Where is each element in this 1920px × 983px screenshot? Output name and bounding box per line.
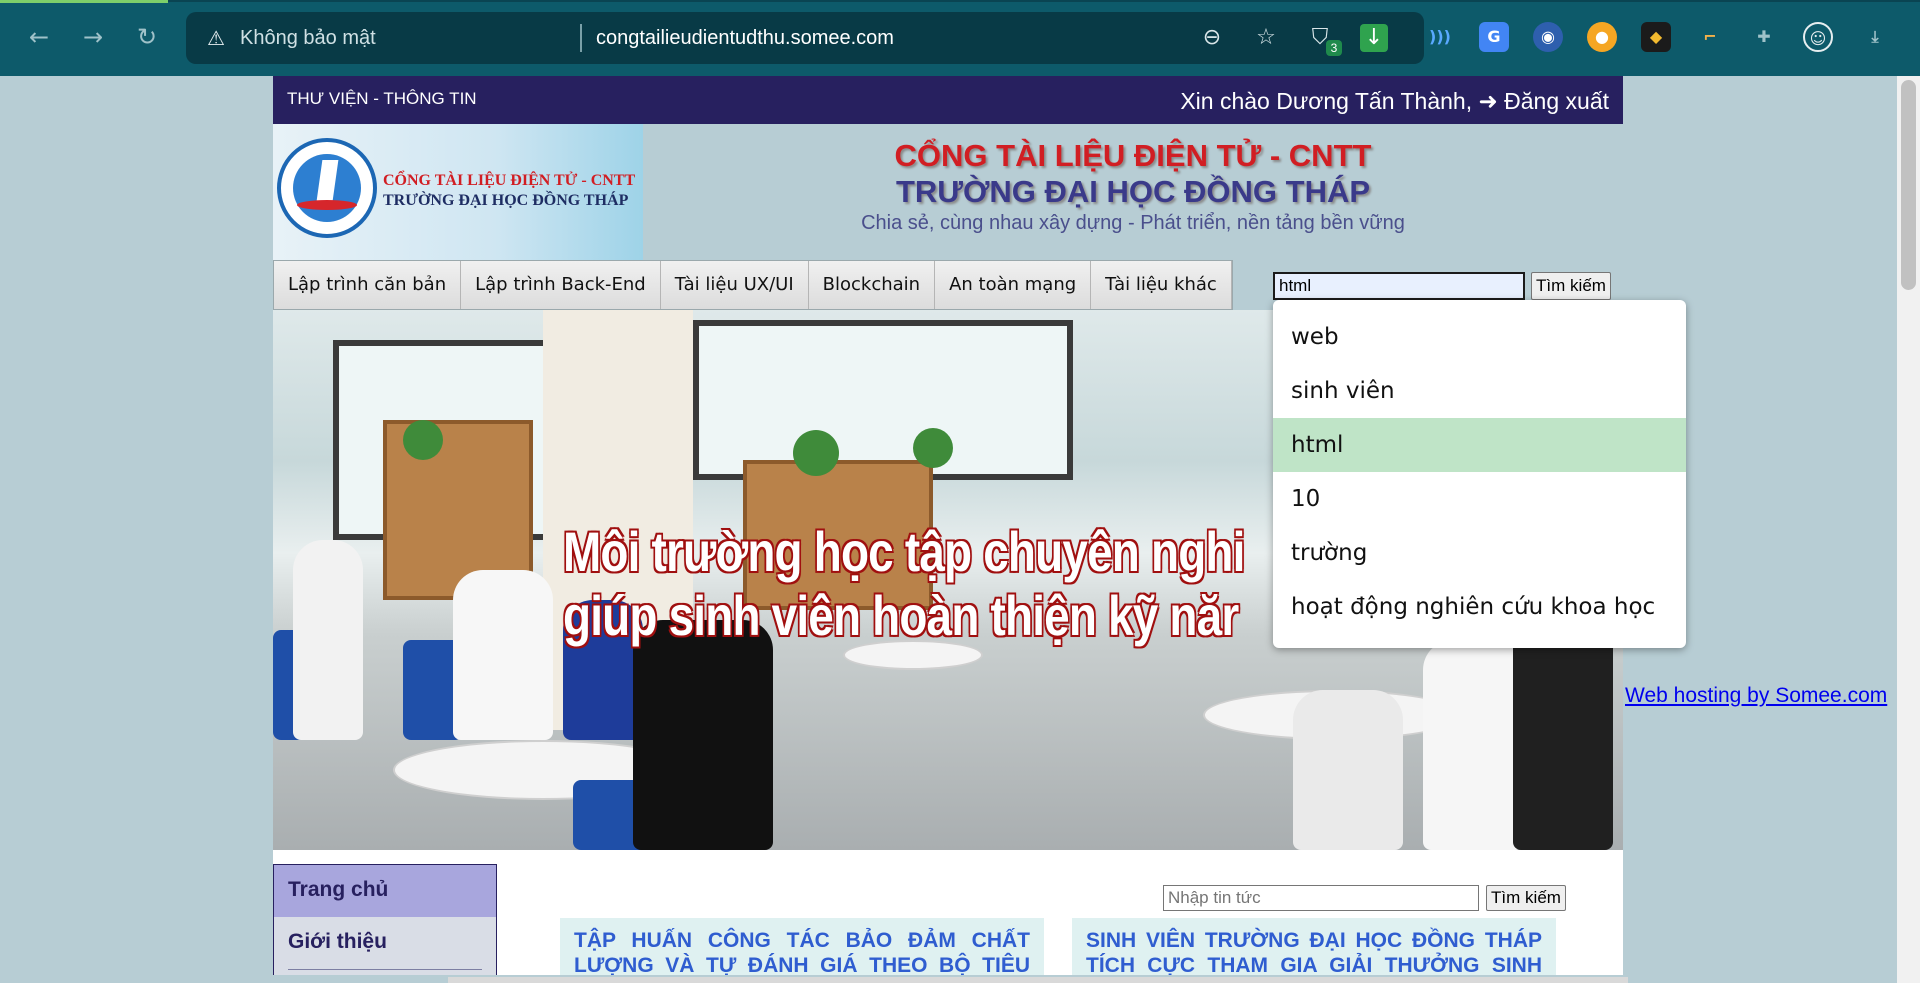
menu-item-backend[interactable]: Lập trình Back-End — [461, 261, 661, 309]
hero-caption-line1: Môi trường học tập chuyên nghi — [563, 520, 1245, 583]
extension-count-badge: 3 — [1326, 40, 1342, 56]
banner-title: CỔNG TÀI LIỆU ĐIỆN TỬ - CNTT — [894, 138, 1372, 173]
site-topbar: THƯ VIỆN - THÔNG TIN Xin chào Dương Tấn … — [273, 76, 1623, 124]
suggestion-item[interactable]: hoạt động nghiên cứu khoa học — [1273, 580, 1686, 634]
zoom-out-icon[interactable]: ⊖ — [1198, 24, 1226, 52]
globe-extension-icon[interactable]: ◉ — [1533, 22, 1563, 52]
download-extension-icon[interactable]: ↓ — [1360, 24, 1388, 52]
profile-avatar-icon[interactable]: ☺ — [1803, 22, 1833, 52]
library-info-link[interactable]: THƯ VIỆN - THÔNG TIN — [287, 89, 477, 109]
sidebar-item-about[interactable]: Giới thiệu — [274, 917, 496, 969]
search-input[interactable]: html — [1273, 272, 1525, 300]
news-search-input[interactable] — [1163, 885, 1479, 911]
hero-plant-2 — [793, 430, 839, 476]
wifi-extension-icon[interactable]: ))) — [1425, 22, 1455, 52]
menu-item-blockchain[interactable]: Blockchain — [809, 261, 936, 309]
security-label[interactable]: Không bảo mật — [240, 27, 376, 50]
puzzle-extensions-icon[interactable]: ✚ — [1749, 22, 1779, 52]
search-button[interactable]: Tìm kiếm — [1531, 272, 1611, 300]
banner-subtitle: TRƯỜNG ĐẠI HỌC ĐỒNG THÁP — [895, 174, 1371, 209]
suggestion-item-selected[interactable]: html — [1273, 418, 1686, 472]
hero-person-4 — [633, 620, 773, 850]
menu-item-other-docs[interactable]: Tài liệu khác — [1091, 261, 1232, 309]
forward-arrow-icon[interactable]: → — [78, 22, 108, 52]
suggestion-item[interactable]: 10 — [1273, 472, 1686, 526]
suggestion-item[interactable]: sinh viên — [1273, 364, 1686, 418]
hero-person-2 — [453, 570, 553, 740]
hero-caption: Môi trường học tập chuyên nghi giúp sinh… — [563, 520, 1245, 648]
binance-extension-icon[interactable]: ◆ — [1641, 22, 1671, 52]
banner-tagline: Chia sẻ, cùng nhau xây dựng - Phát triển… — [861, 212, 1405, 234]
sidebar-item-home[interactable]: Trang chủ — [274, 865, 496, 917]
logo-line1: CỔNG TÀI LIỆU ĐIỆN TỬ - CNTT — [383, 172, 636, 189]
suggestion-item[interactable]: web — [1273, 310, 1686, 364]
hero-person-1 — [293, 540, 363, 740]
warning-icon[interactable]: ⚠ — [204, 26, 228, 50]
hero-plant-1 — [403, 420, 443, 460]
chrome-extension-icon[interactable]: ● — [1587, 22, 1617, 52]
hero-plant-3 — [913, 428, 953, 468]
menu-item-basic-programming[interactable]: Lập trình căn bản — [274, 261, 462, 309]
hero-window-center — [693, 320, 1073, 480]
reload-icon[interactable]: ↻ — [132, 22, 162, 52]
site-logo[interactable]: CỔNG TÀI LIỆU ĐIỆN TỬ - CNTT TRƯỜNG ĐẠI … — [273, 124, 643, 260]
hero-caption-line2: giúp sinh viên hoàn thiện kỹ năr — [563, 584, 1239, 647]
scrollbar-thumb[interactable] — [1901, 80, 1916, 290]
hero-person-5 — [1293, 690, 1403, 850]
suggestion-item[interactable]: trường — [1273, 526, 1686, 580]
address-separator — [580, 24, 582, 52]
address-bar[interactable]: ⚠ Không bảo mật congtailieudientudthu.so… — [186, 12, 1424, 64]
translate-extension-icon[interactable]: G — [1479, 22, 1509, 52]
flag-extension-icon[interactable]: ⌐ — [1695, 22, 1725, 52]
sidebar-divider — [288, 969, 482, 970]
back-arrow-icon[interactable]: ← — [24, 22, 54, 52]
site-banner: CỔNG TÀI LIỆU ĐIỆN TỬ - CNTT TRƯỜNG ĐẠI … — [273, 124, 1623, 260]
bookmark-star-icon[interactable]: ☆ — [1252, 24, 1280, 52]
news-card-1[interactable]: TẬP HUẤN CÔNG TÁC BẢO ĐẢM CHẤT LƯỢNG VÀ … — [560, 918, 1044, 983]
search-suggestions-dropdown: web sinh viên html 10 trường hoạt động n… — [1273, 300, 1686, 648]
news-card-2[interactable]: SINH VIÊN TRƯỜNG ĐẠI HỌC ĐỒNG THÁP TÍCH … — [1072, 918, 1556, 983]
logo-line2: TRƯỜNG ĐẠI HỌC ĐỒNG THÁP — [383, 192, 629, 209]
menu-item-uxui[interactable]: Tài liệu UX/UI — [661, 261, 809, 309]
page-load-progress — [0, 0, 168, 3]
sidebar-menu: Trang chủ Giới thiệu — [273, 864, 497, 983]
web-hosting-link[interactable]: Web hosting by Somee.com — [1625, 684, 1887, 708]
horizontal-scrollbar-thumb[interactable] — [448, 977, 1628, 983]
tab-strip-edge — [168, 0, 1920, 2]
category-menu: Lập trình căn bản Lập trình Back-End Tài… — [273, 260, 1233, 310]
downloads-icon[interactable]: ⤓ — [1860, 22, 1890, 52]
user-greeting-logout[interactable]: Xin chào Dương Tấn Thành, ➜ Đăng xuất — [1180, 88, 1609, 115]
university-seal-icon — [277, 138, 377, 238]
url-text[interactable]: congtailieudientudthu.somee.com — [596, 27, 894, 50]
menu-item-network-security[interactable]: An toàn mạng — [935, 261, 1092, 309]
vertical-scrollbar[interactable] — [1897, 76, 1920, 983]
browser-toolbar: ← → ↻ ⚠ Không bảo mật congtailieudientud… — [0, 0, 1920, 76]
horizontal-scrollbar[interactable] — [0, 975, 1897, 983]
hero-person-6 — [1423, 640, 1523, 850]
news-search-button[interactable]: Tìm kiếm — [1486, 885, 1566, 911]
